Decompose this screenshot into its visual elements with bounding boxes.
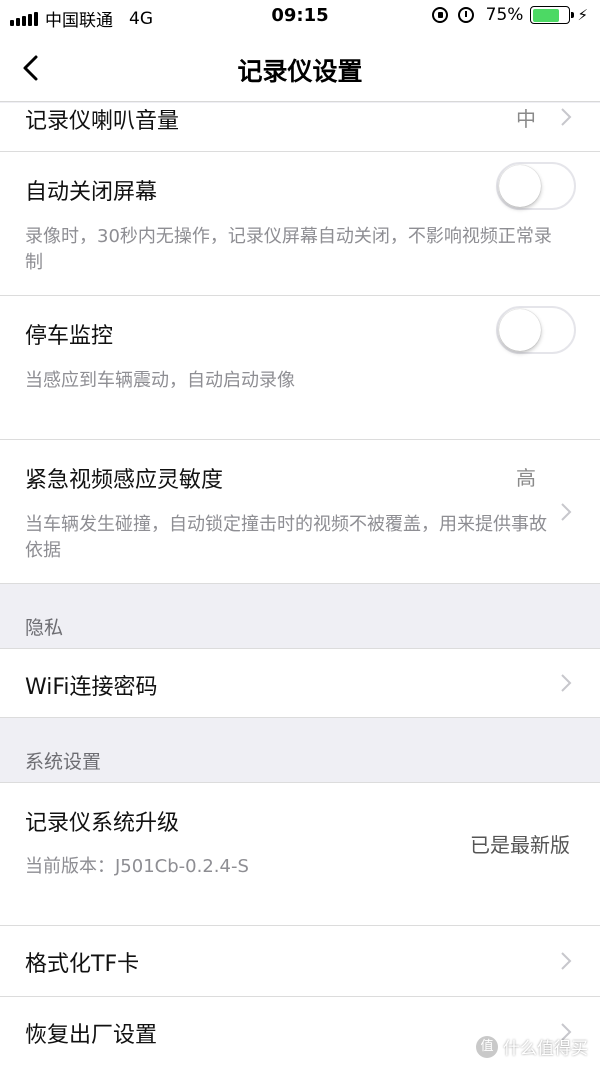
- charging-icon: ⚡: [577, 6, 588, 24]
- divider: [0, 717, 600, 718]
- divider: [0, 583, 600, 584]
- row-system-upgrade[interactable]: 记录仪系统升级 当前版本：J501Cb-0.2.4-S 已是最新版: [0, 783, 600, 925]
- row-parking-monitor: 停车监控 当感应到车辆震动，自动启动录像: [0, 296, 600, 439]
- chevron-right-icon: [560, 951, 572, 971]
- chevron-right-icon: [560, 502, 572, 522]
- row-title: 记录仪喇叭音量: [25, 109, 180, 134]
- chevron-right-icon: [560, 673, 572, 693]
- row-speaker-volume[interactable]: 记录仪喇叭音量 中: [0, 103, 600, 151]
- row-title: 记录仪系统升级: [25, 811, 180, 836]
- row-description: 当感应到车辆震动，自动启动录像: [25, 370, 295, 391]
- row-title: WiFi连接密码: [25, 675, 158, 700]
- row-emergency-sensitivity[interactable]: 紧急视频感应灵敏度 高 当车辆发生碰撞，自动锁定撞击时的视频不被覆盖，用来提供事…: [0, 440, 600, 583]
- row-title: 格式化TF卡: [25, 952, 140, 977]
- page-title: 记录仪设置: [237, 57, 363, 86]
- row-wifi-password[interactable]: WiFi连接密码: [0, 649, 600, 717]
- chevron-right-icon: [560, 107, 572, 127]
- row-description: 当车辆发生碰撞，自动锁定撞击时的视频不被覆盖，用来提供事故依据: [25, 514, 547, 561]
- row-title: 自动关闭屏幕: [25, 180, 158, 205]
- navigation-bar: 记录仪设置: [0, 34, 600, 102]
- row-format-tf[interactable]: 格式化TF卡: [0, 926, 600, 996]
- row-auto-screen-off: 自动关闭屏幕 录像时，30秒内无操作，记录仪屏幕自动关闭，不影响视频正常录制: [0, 152, 600, 295]
- rotation-lock-icon: [431, 7, 448, 23]
- alarm-icon: [457, 7, 474, 23]
- row-value: 高: [516, 466, 536, 490]
- row-description: 录像时，30秒内无操作，记录仪屏幕自动关闭，不影响视频正常录制: [25, 226, 552, 273]
- watermark: 值 什么值得买: [476, 1034, 588, 1059]
- watermark-text: 什么值得买: [503, 1039, 588, 1059]
- section-header-privacy: 隐私: [25, 617, 64, 639]
- auto-screen-off-toggle[interactable]: [496, 162, 576, 210]
- watermark-logo: 值: [476, 1035, 498, 1058]
- status-bar: 中国联通 4G 09:15 75% ⚡: [0, 0, 600, 34]
- section-header-system: 系统设置: [25, 751, 102, 773]
- row-value: 中: [516, 107, 536, 131]
- row-title: 停车监控: [25, 324, 114, 349]
- battery-percent: 75%: [485, 5, 524, 25]
- upgrade-status: 已是最新版: [470, 833, 570, 857]
- parking-monitor-toggle[interactable]: [496, 306, 576, 354]
- battery-icon: [530, 6, 575, 24]
- row-title: 恢复出厂设置: [25, 1023, 158, 1048]
- row-title: 紧急视频感应灵敏度: [25, 468, 224, 493]
